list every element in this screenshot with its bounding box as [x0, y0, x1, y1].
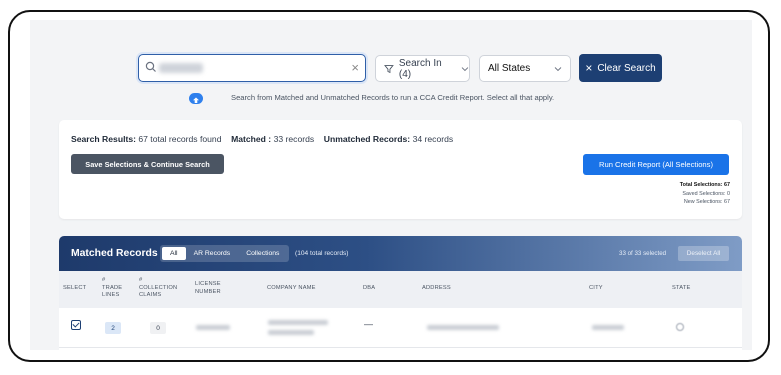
collection-claims-badge[interactable]: 0 [150, 322, 166, 334]
address-redacted [427, 325, 499, 330]
table-header: SELECT # TRADE LINES # COLLECTION CLAIMS… [59, 271, 742, 319]
selected-count: 33 of 33 selected [619, 250, 667, 257]
close-icon: × [585, 61, 593, 75]
matched-records-title: Matched Records [71, 248, 158, 259]
column-header-line: NUMBER [195, 288, 221, 295]
company-name-redacted [268, 330, 314, 335]
filter-icon [384, 64, 394, 73]
deselect-all-button[interactable]: Deselect All [678, 246, 729, 261]
search-results-card: Search Results: 67 total records found M… [59, 120, 742, 219]
state-select-value: All States [488, 63, 531, 74]
matched-value: 33 records [273, 134, 315, 144]
matched-label: Matched : [231, 134, 272, 144]
license-number-redacted [196, 325, 230, 330]
column-header-line: COLLECTION [139, 284, 178, 291]
results-value: 67 total records found [138, 134, 222, 144]
record-type-tabs: All AR Records Collections [160, 245, 290, 262]
column-header-line: CLAIMS [139, 292, 162, 298]
column-header-dba[interactable]: DBA [363, 285, 375, 293]
column-header-line: LICENSE [195, 281, 221, 287]
tab-collections[interactable]: Collections [238, 247, 287, 260]
search-input[interactable]: × [138, 54, 366, 82]
unmatched-value: 34 records [412, 134, 454, 144]
state-redacted-icon [676, 323, 684, 331]
search-results-summary: Search Results: 67 total records found M… [71, 134, 453, 144]
saved-selections: Saved Selections: 0 [682, 190, 730, 197]
column-header-select[interactable]: SELECT [63, 285, 86, 293]
dba-value: — [364, 319, 373, 329]
chevron-down-icon [461, 66, 469, 71]
column-header-state[interactable]: STATE [672, 285, 690, 293]
column-header-line: # [139, 277, 143, 283]
tab-ar-records[interactable]: AR Records [186, 247, 239, 260]
city-redacted [592, 325, 624, 330]
unmatched-label: Unmatched Records: [323, 134, 411, 144]
run-credit-report-button[interactable]: Run Credit Report (All Selections) [583, 154, 729, 175]
matched-records-header: Matched Records All AR Records Collectio… [59, 236, 742, 271]
search-help-text: Search from Matched and Unmatched Record… [231, 93, 555, 102]
column-header-line: # [102, 277, 106, 283]
close-icon[interactable]: × [351, 60, 359, 75]
search-query-redacted [159, 63, 203, 73]
selection-counts: Total Selections: 67 Saved Selections: 0… [680, 181, 730, 207]
column-header-city[interactable]: CITY [589, 285, 603, 293]
column-header-trade-lines[interactable]: # TRADE LINES [102, 277, 122, 300]
search-icon [145, 61, 156, 72]
matched-records-panel: Matched Records All AR Records Collectio… [59, 236, 742, 350]
table-row: 2 0 — [59, 308, 742, 348]
total-selections: Total Selections: 67 [679, 182, 730, 188]
row-select-checkbox[interactable] [71, 320, 81, 330]
search-in-button[interactable]: Search In (4) [375, 55, 470, 82]
help-toggle-icon[interactable] [189, 93, 203, 104]
column-header-line: TRADE [102, 284, 123, 291]
company-name-redacted [268, 320, 328, 325]
trade-lines-badge[interactable]: 2 [105, 322, 121, 334]
column-header-collection-claims[interactable]: # COLLECTION CLAIMS [139, 277, 177, 300]
column-header-address[interactable]: ADDRESS [422, 285, 451, 293]
state-select[interactable]: All States [479, 55, 571, 82]
chevron-down-icon [554, 66, 562, 71]
save-selections-button[interactable]: Save Selections & Continue Search [71, 154, 224, 174]
results-label: Search Results: [71, 134, 136, 144]
total-records-count: (104 total records) [295, 250, 349, 257]
tab-all[interactable]: All [162, 247, 186, 260]
column-header-license-number[interactable]: LICENSE NUMBER [195, 281, 221, 296]
new-selections: New Selections: 67 [683, 199, 730, 206]
app-viewport: × Search In (4) All States × Clear Searc… [30, 20, 752, 350]
clear-search-button[interactable]: × Clear Search [579, 54, 662, 82]
column-header-line: LINES [102, 292, 120, 298]
device-frame: × Search In (4) All States × Clear Searc… [8, 10, 770, 362]
clear-search-label: Clear Search [597, 62, 656, 74]
column-header-company-name[interactable]: COMPANY NAME [267, 285, 316, 293]
search-in-label: Search In (4) [398, 57, 442, 80]
